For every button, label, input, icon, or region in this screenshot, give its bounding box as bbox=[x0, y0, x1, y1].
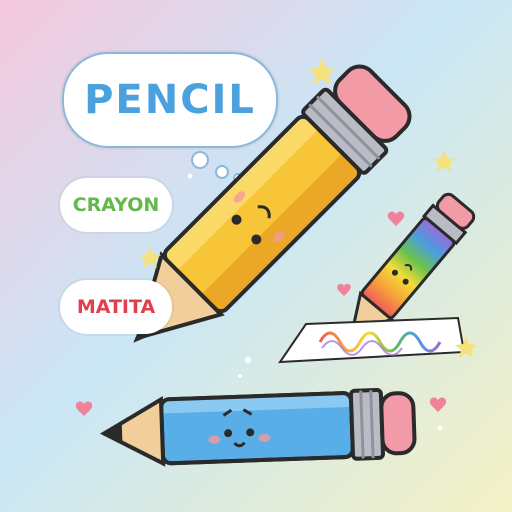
pencil-word: PENCIL bbox=[84, 77, 256, 123]
sparkle-icon bbox=[238, 374, 242, 378]
crayon-word: CRAYON bbox=[72, 194, 160, 216]
thought-dot bbox=[191, 151, 209, 169]
crayon-word-bubble: CRAYON bbox=[60, 178, 172, 232]
matita-word: MATITA bbox=[76, 296, 156, 318]
matita-word-bubble: MATITA bbox=[60, 280, 172, 334]
pencil-word-bubble: PENCIL bbox=[62, 52, 278, 148]
thought-dot bbox=[215, 165, 229, 179]
sparkle-icon bbox=[437, 425, 443, 431]
illustration: PENCIL CRAYON MATITA bbox=[0, 0, 512, 512]
sparkle-icon bbox=[187, 173, 193, 179]
sparkle-icon bbox=[245, 357, 251, 363]
